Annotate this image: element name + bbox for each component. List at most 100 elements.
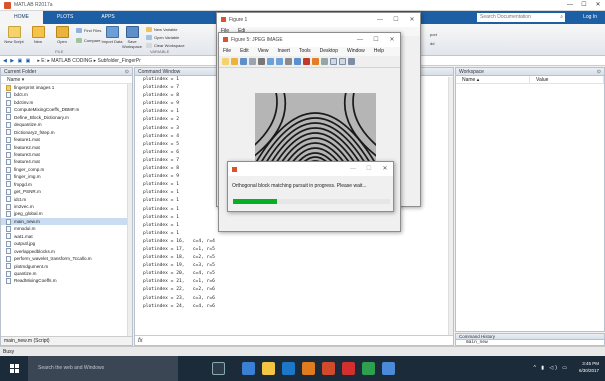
new-variable-button[interactable]: New Variable (146, 27, 178, 32)
matlab-taskbar-icon[interactable] (322, 362, 335, 375)
folder-scrollbar[interactable] (127, 84, 132, 339)
new-script-button[interactable]: New Script (2, 26, 26, 44)
menu-insert[interactable]: Insert (277, 47, 290, 56)
file-list-item[interactable]: jpeg_global.m (1, 210, 132, 218)
figure-5-minimize-button[interactable]: — (352, 33, 368, 47)
dialog-close-button[interactable]: ✕ (377, 162, 393, 176)
command-prompt[interactable]: fx (135, 335, 453, 345)
browser-icon[interactable] (242, 362, 255, 375)
file-list-item[interactable]: finger_img.m (1, 173, 132, 180)
figure-5-close-button[interactable]: ✕ (384, 33, 400, 47)
file-list-item[interactable]: bdctinv.m (1, 99, 132, 106)
panel-actions-icon[interactable]: ⊙ (125, 68, 129, 76)
command-window-scrollbar[interactable] (448, 77, 453, 335)
file-list-item[interactable]: Dictionary2_fstep.m (1, 129, 132, 136)
menu-window[interactable]: Window (347, 47, 365, 56)
spreadsheet-icon[interactable] (362, 362, 375, 375)
tab-apps[interactable]: APPS (87, 11, 128, 24)
tab-plots[interactable]: PLOTS (43, 11, 87, 24)
progress-dialog[interactable]: — ☐ ✕ Orthogonal block matching pursuit … (227, 161, 394, 212)
new-button[interactable]: New (26, 26, 50, 44)
file-list-item[interactable]: ReadMixingCoeffs.m (1, 277, 132, 285)
brush-icon[interactable] (312, 58, 319, 65)
file-list-item[interactable]: perform_wavelet_transform_Tccallo.m (1, 255, 132, 262)
file-list-item[interactable]: mmodul.m (1, 225, 132, 233)
search-documentation-input[interactable]: Search Documentation ⌕ (477, 13, 565, 22)
file-list-item[interactable]: plotmdgument.m (1, 263, 132, 270)
print-icon[interactable] (249, 58, 256, 65)
clear-workspace-button[interactable]: Clear Workspace (146, 43, 185, 48)
open-variable-button[interactable]: Open Variable (146, 35, 179, 40)
plot-tools-icon[interactable] (348, 58, 355, 65)
workspace-value-column[interactable]: Value (530, 76, 604, 83)
file-list-item[interactable]: Define_Block_Dictionary.m (1, 114, 132, 121)
store-icon[interactable] (302, 362, 315, 375)
tab-home[interactable]: HOME (0, 11, 43, 24)
menu-desktop[interactable]: Desktop (320, 47, 338, 56)
save-workspace-button[interactable]: Save Workspace (120, 26, 144, 49)
open-file-icon[interactable] (231, 58, 238, 65)
folder-navigation-buttons[interactable]: ◀ ▶ ▣ ▣ (3, 58, 31, 64)
workspace-actions-icon[interactable]: ⊙ (597, 68, 601, 76)
file-list-item[interactable]: im2vec.m (1, 203, 132, 210)
menu-help[interactable]: Help (374, 47, 384, 56)
menu-view[interactable]: View (258, 47, 269, 56)
system-tray-icons[interactable]: ^ ▮ ◁) ▭ (534, 365, 570, 371)
file-list-item[interactable]: bdct.m (1, 91, 132, 99)
pan-icon[interactable] (285, 58, 292, 65)
pdf-reader-icon[interactable] (342, 362, 355, 375)
file-list-item[interactable]: feature3.mat (1, 151, 132, 158)
file-list-item[interactable]: overlappedblocks.m (1, 248, 132, 255)
minimize-button[interactable]: — (563, 0, 577, 11)
open-button[interactable]: Open (50, 26, 74, 44)
data-cursor-icon[interactable] (303, 58, 310, 65)
file-list-item[interactable]: outputl.jpg (1, 240, 132, 247)
colorbar-icon[interactable] (330, 58, 337, 65)
image-viewer-icon[interactable] (382, 362, 395, 375)
close-button[interactable]: ✕ (591, 0, 605, 11)
file-list-item[interactable]: main_new.m (1, 217, 132, 226)
folder-path[interactable]: ▸ E: ▸ MATLAB CODING ▸ Subfolder_FingerP… (37, 58, 141, 64)
save-figure-icon[interactable] (240, 58, 247, 65)
file-list-item[interactable]: idct.m (1, 196, 132, 203)
file-list-item[interactable]: finger_comp.m (1, 166, 132, 173)
workspace-name-column[interactable]: Name ▴ (456, 76, 530, 83)
menu-tools[interactable]: Tools (299, 47, 311, 56)
file-list-item[interactable]: fmpgd.m (1, 181, 132, 188)
compare-button[interactable]: Compare (76, 38, 100, 43)
file-list-item[interactable]: quantize.m (1, 270, 132, 277)
clock[interactable]: 3:45 PM 6/30/2017 (579, 360, 599, 374)
login-link[interactable]: Log In (583, 11, 597, 24)
dialog-minimize-button[interactable]: — (345, 162, 361, 176)
start-button[interactable] (0, 356, 28, 381)
zoom-in-icon[interactable] (267, 58, 274, 65)
figure-1-minimize-button[interactable]: — (372, 13, 388, 27)
figure-1-close-button[interactable]: ✕ (404, 13, 420, 27)
pointer-icon[interactable] (258, 58, 265, 65)
find-files-button[interactable]: Find Files (76, 28, 101, 33)
menu-file[interactable]: File (223, 47, 231, 56)
legend-icon[interactable] (339, 58, 346, 65)
new-figure-icon[interactable] (222, 58, 229, 65)
file-list-item[interactable]: wat1.mat (1, 233, 132, 240)
task-view-icon[interactable] (212, 362, 225, 375)
edge-icon[interactable] (282, 362, 295, 375)
zoom-out-icon[interactable] (276, 58, 283, 65)
dialog-maximize-button[interactable]: ☐ (361, 162, 377, 176)
maximize-button[interactable]: ☐ (577, 0, 591, 11)
file-list-item[interactable]: dequantize.m (1, 121, 132, 128)
file-list-item[interactable]: ComputeMixingCoeffs_DBMF.m (1, 106, 132, 114)
taskbar-search[interactable]: Search the web and Windows (28, 356, 178, 381)
figure-5-maximize-button[interactable]: ☐ (368, 33, 384, 47)
file-list-item[interactable]: fingerprint images 1 (1, 84, 132, 91)
figure-1-maximize-button[interactable]: ☐ (388, 13, 404, 27)
menu-edit[interactable]: Edit (240, 47, 249, 56)
file-list-item[interactable]: get_PSNR.m (1, 188, 132, 195)
name-column-header[interactable]: Name ▾ (1, 76, 132, 84)
file-list-item[interactable]: feature1.mat (1, 136, 132, 143)
file-explorer-icon[interactable] (262, 362, 275, 375)
rotate-icon[interactable] (294, 58, 301, 65)
link-icon[interactable] (321, 58, 328, 65)
file-list-item[interactable]: feature2.mat (1, 144, 132, 151)
file-list-item[interactable]: feature4.mat (1, 158, 132, 166)
